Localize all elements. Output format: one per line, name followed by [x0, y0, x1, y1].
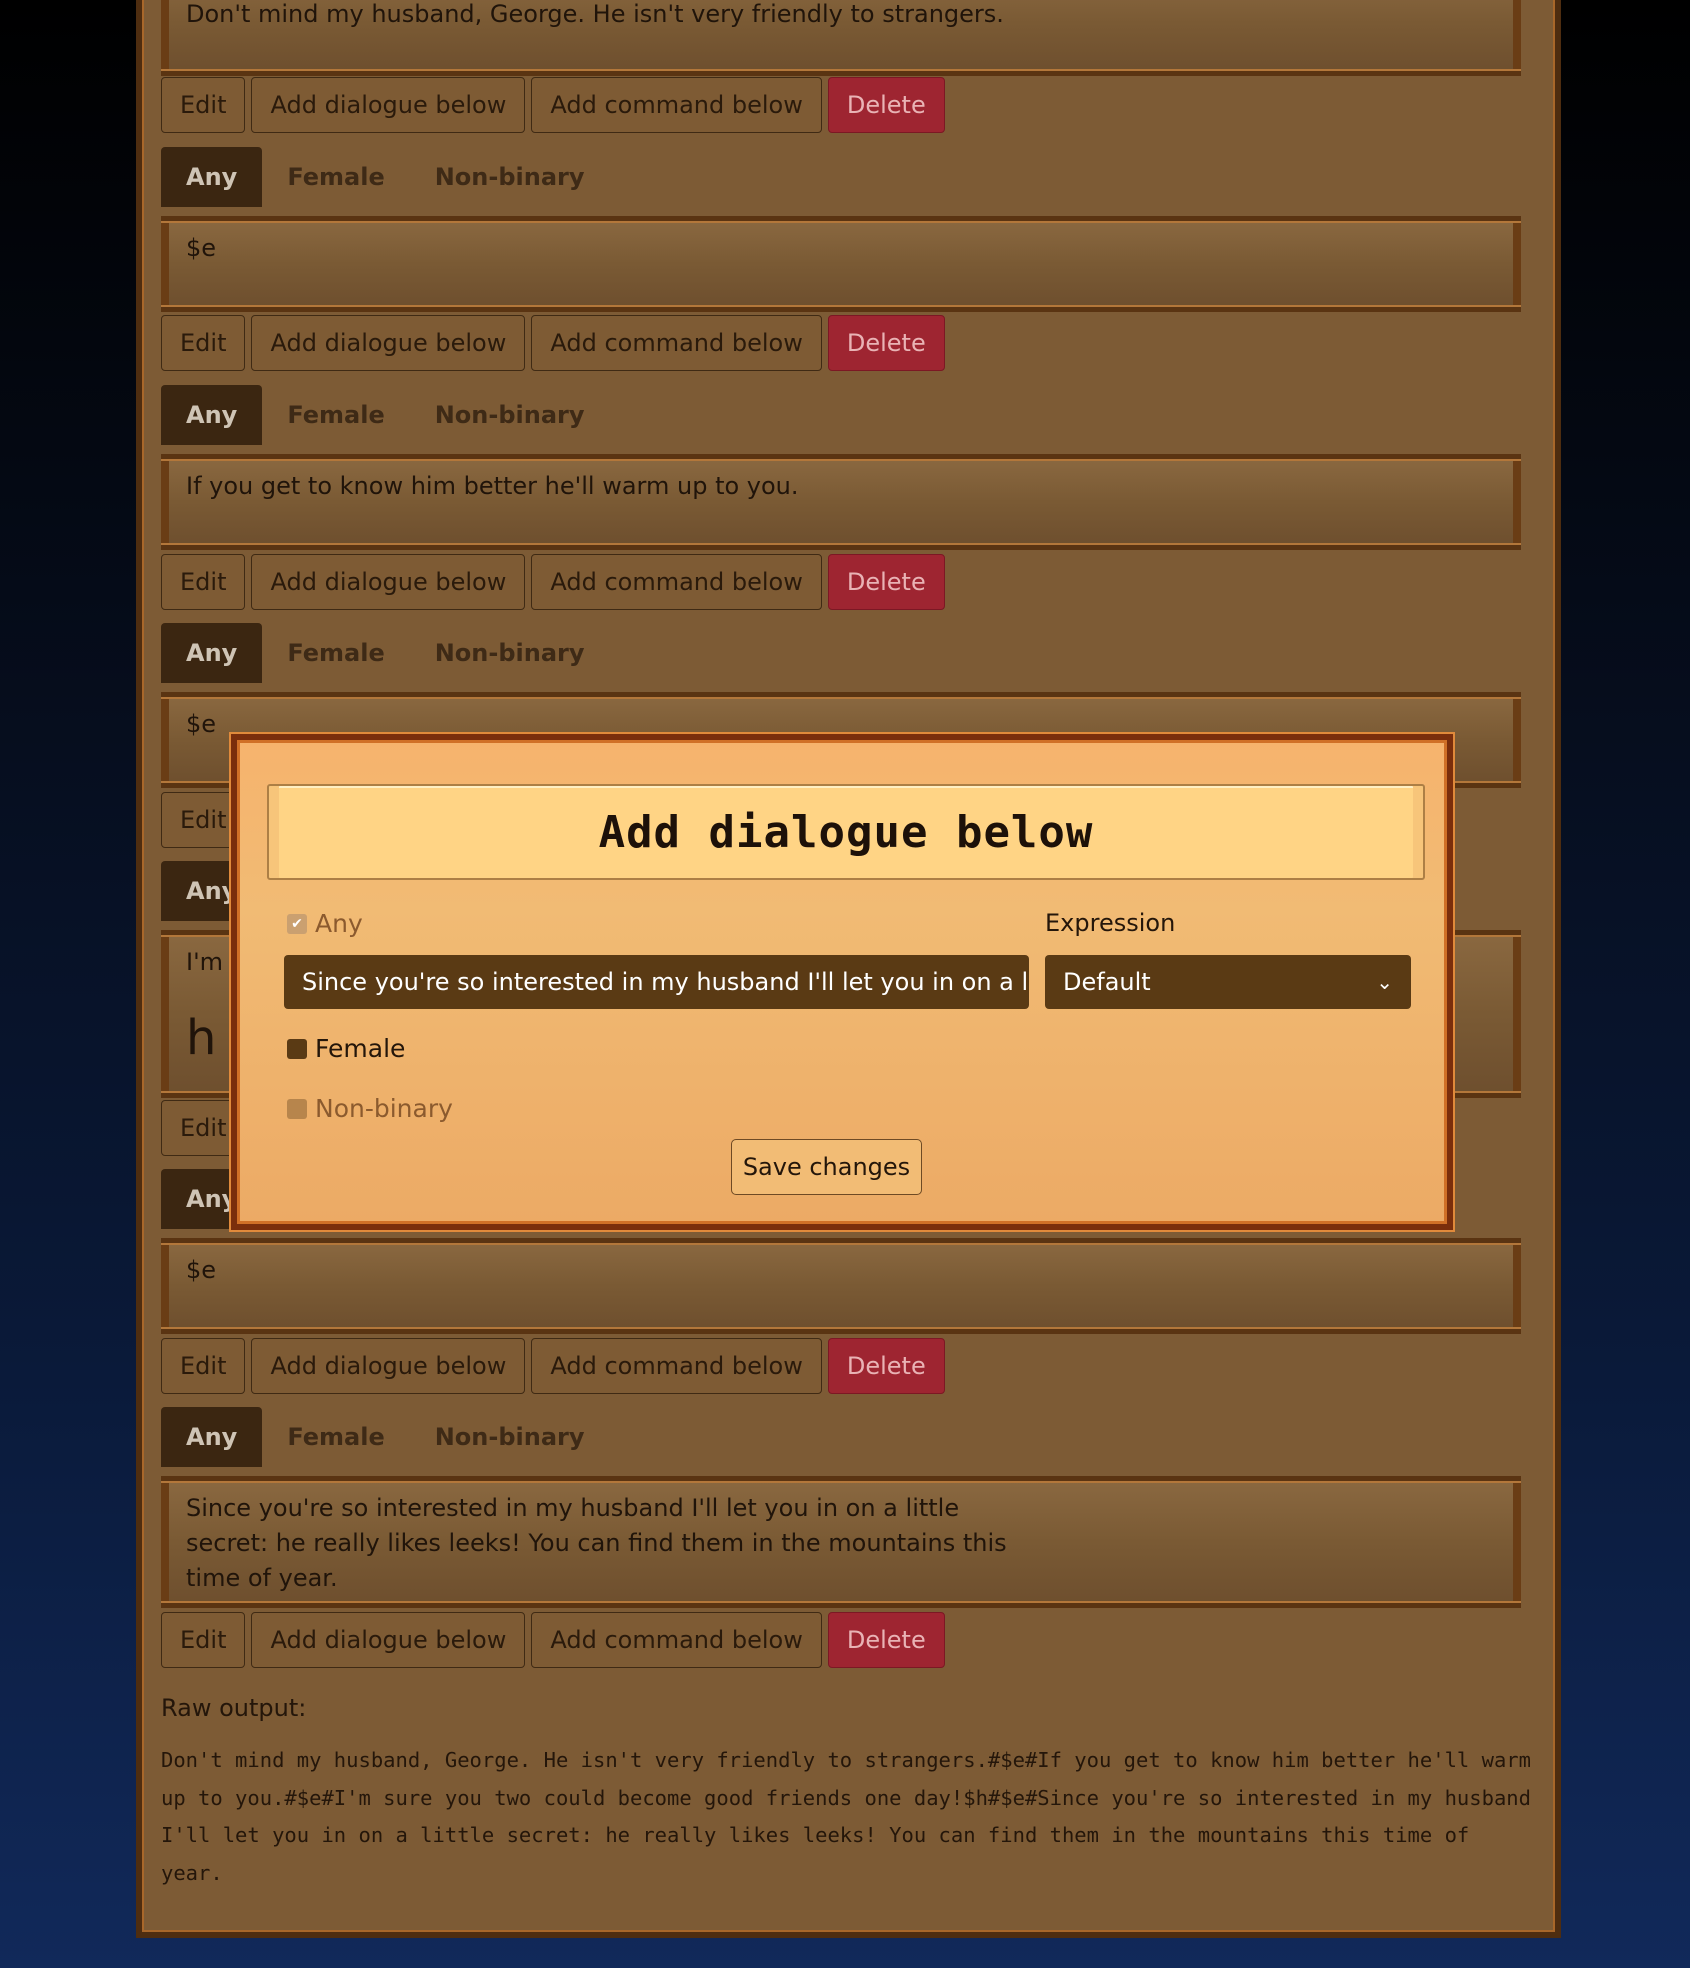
delete-button[interactable]: Delete: [827, 315, 945, 371]
delete-button[interactable]: Delete: [827, 1338, 945, 1394]
dialogue-text: If you get to know him better he'll warm…: [186, 472, 799, 500]
entry-actions: Edit Add dialogue below Add command belo…: [161, 77, 945, 133]
expression-code: h: [186, 1010, 217, 1066]
dialogue-text: Don't mind my husband, George. He isn't …: [186, 0, 1004, 28]
gender-tabs: Any Female Non-binary: [161, 385, 610, 445]
entry-actions: Edit Add dialogue below Add command belo…: [161, 1612, 945, 1668]
non-binary-label: Non-binary: [315, 1094, 453, 1123]
check-icon: ✔: [287, 913, 307, 934]
gender-tabs: Any Female Non-binary: [161, 1407, 610, 1467]
add-command-button[interactable]: Add command below: [531, 77, 822, 133]
edit-button[interactable]: Edit: [161, 554, 246, 610]
tab-non-binary[interactable]: Non-binary: [410, 385, 610, 445]
delete-button[interactable]: Delete: [827, 77, 945, 133]
female-label: Female: [315, 1034, 406, 1063]
gender-tabs: Any Female Non-binary: [161, 147, 610, 207]
raw-output-text: Don't mind my husband, George. He isn't …: [161, 1748, 1531, 1885]
dialogue-text: $e: [186, 234, 217, 262]
checkbox-box: [287, 1098, 307, 1119]
edit-button[interactable]: Edit: [161, 77, 246, 133]
add-command-button[interactable]: Add command below: [531, 1338, 822, 1394]
dialogue-input[interactable]: Since you're so interested in my husband…: [284, 955, 1029, 1009]
tab-any[interactable]: Any: [161, 1407, 263, 1467]
any-label: Any: [315, 909, 363, 938]
tab-female[interactable]: Female: [262, 1407, 409, 1467]
add-dialogue-button[interactable]: Add dialogue below: [251, 315, 526, 371]
add-command-button[interactable]: Add command below: [531, 315, 822, 371]
non-binary-checkbox[interactable]: Non-binary: [287, 1094, 453, 1123]
tab-female[interactable]: Female: [262, 623, 409, 683]
add-dialogue-button[interactable]: Add dialogue below: [251, 1338, 526, 1394]
edit-button[interactable]: Edit: [161, 315, 246, 371]
tab-female[interactable]: Female: [262, 385, 409, 445]
edit-button[interactable]: Edit: [161, 1612, 246, 1668]
expression-label: Expression: [1045, 909, 1176, 937]
dialogue-text: Since you're so interested in my husband…: [186, 1494, 1007, 1592]
modal-title-banner: Add dialogue below: [267, 784, 1425, 880]
entry-actions: Edit Add dialogue below Add command belo…: [161, 1338, 945, 1394]
any-checkbox[interactable]: ✔ Any: [287, 909, 363, 938]
dialogue-entry[interactable]: $e: [161, 1238, 1521, 1334]
edit-button[interactable]: Edit: [161, 1338, 246, 1394]
add-command-button[interactable]: Add command below: [531, 554, 822, 610]
checkbox-box: [287, 1038, 307, 1059]
dialogue-entry[interactable]: $e: [161, 216, 1521, 312]
delete-button[interactable]: Delete: [827, 1612, 945, 1668]
tab-non-binary[interactable]: Non-binary: [410, 1407, 610, 1467]
dialogue-entry[interactable]: Since you're so interested in my husband…: [161, 1476, 1521, 1608]
dialogue-entry[interactable]: Don't mind my husband, George. He isn't …: [161, 0, 1521, 76]
tab-any[interactable]: Any: [161, 623, 263, 683]
tab-any[interactable]: Any: [161, 385, 263, 445]
tab-non-binary[interactable]: Non-binary: [410, 623, 610, 683]
modal-title: Add dialogue below: [598, 806, 1094, 858]
add-command-button[interactable]: Add command below: [531, 1612, 822, 1668]
dialogue-input-value: Since you're so interested in my husband…: [302, 968, 1029, 996]
entry-actions: Edit Add dialogue below Add command belo…: [161, 554, 945, 610]
raw-output-label: Raw output:: [161, 1694, 307, 1722]
dialogue-text: $e: [186, 1256, 217, 1284]
dialogue-entry[interactable]: If you get to know him better he'll warm…: [161, 454, 1521, 550]
add-dialogue-button[interactable]: Add dialogue below: [251, 554, 526, 610]
tab-any[interactable]: Any: [161, 147, 263, 207]
save-changes-button[interactable]: Save changes: [731, 1139, 922, 1195]
tab-female[interactable]: Female: [262, 147, 409, 207]
delete-button[interactable]: Delete: [827, 554, 945, 610]
chevron-down-icon: ⌄: [1376, 970, 1393, 994]
add-dialogue-button[interactable]: Add dialogue below: [251, 77, 526, 133]
expression-select[interactable]: Default ⌄: [1045, 955, 1411, 1009]
add-dialogue-button[interactable]: Add dialogue below: [251, 1612, 526, 1668]
gender-tabs: Any Female Non-binary: [161, 623, 610, 683]
entry-actions: Edit Add dialogue below Add command belo…: [161, 315, 945, 371]
female-checkbox[interactable]: Female: [287, 1034, 405, 1063]
add-dialogue-modal: Add dialogue below ✔ Any Since you're so…: [231, 734, 1453, 1230]
tab-non-binary[interactable]: Non-binary: [410, 147, 610, 207]
expression-value: Default: [1063, 968, 1151, 996]
